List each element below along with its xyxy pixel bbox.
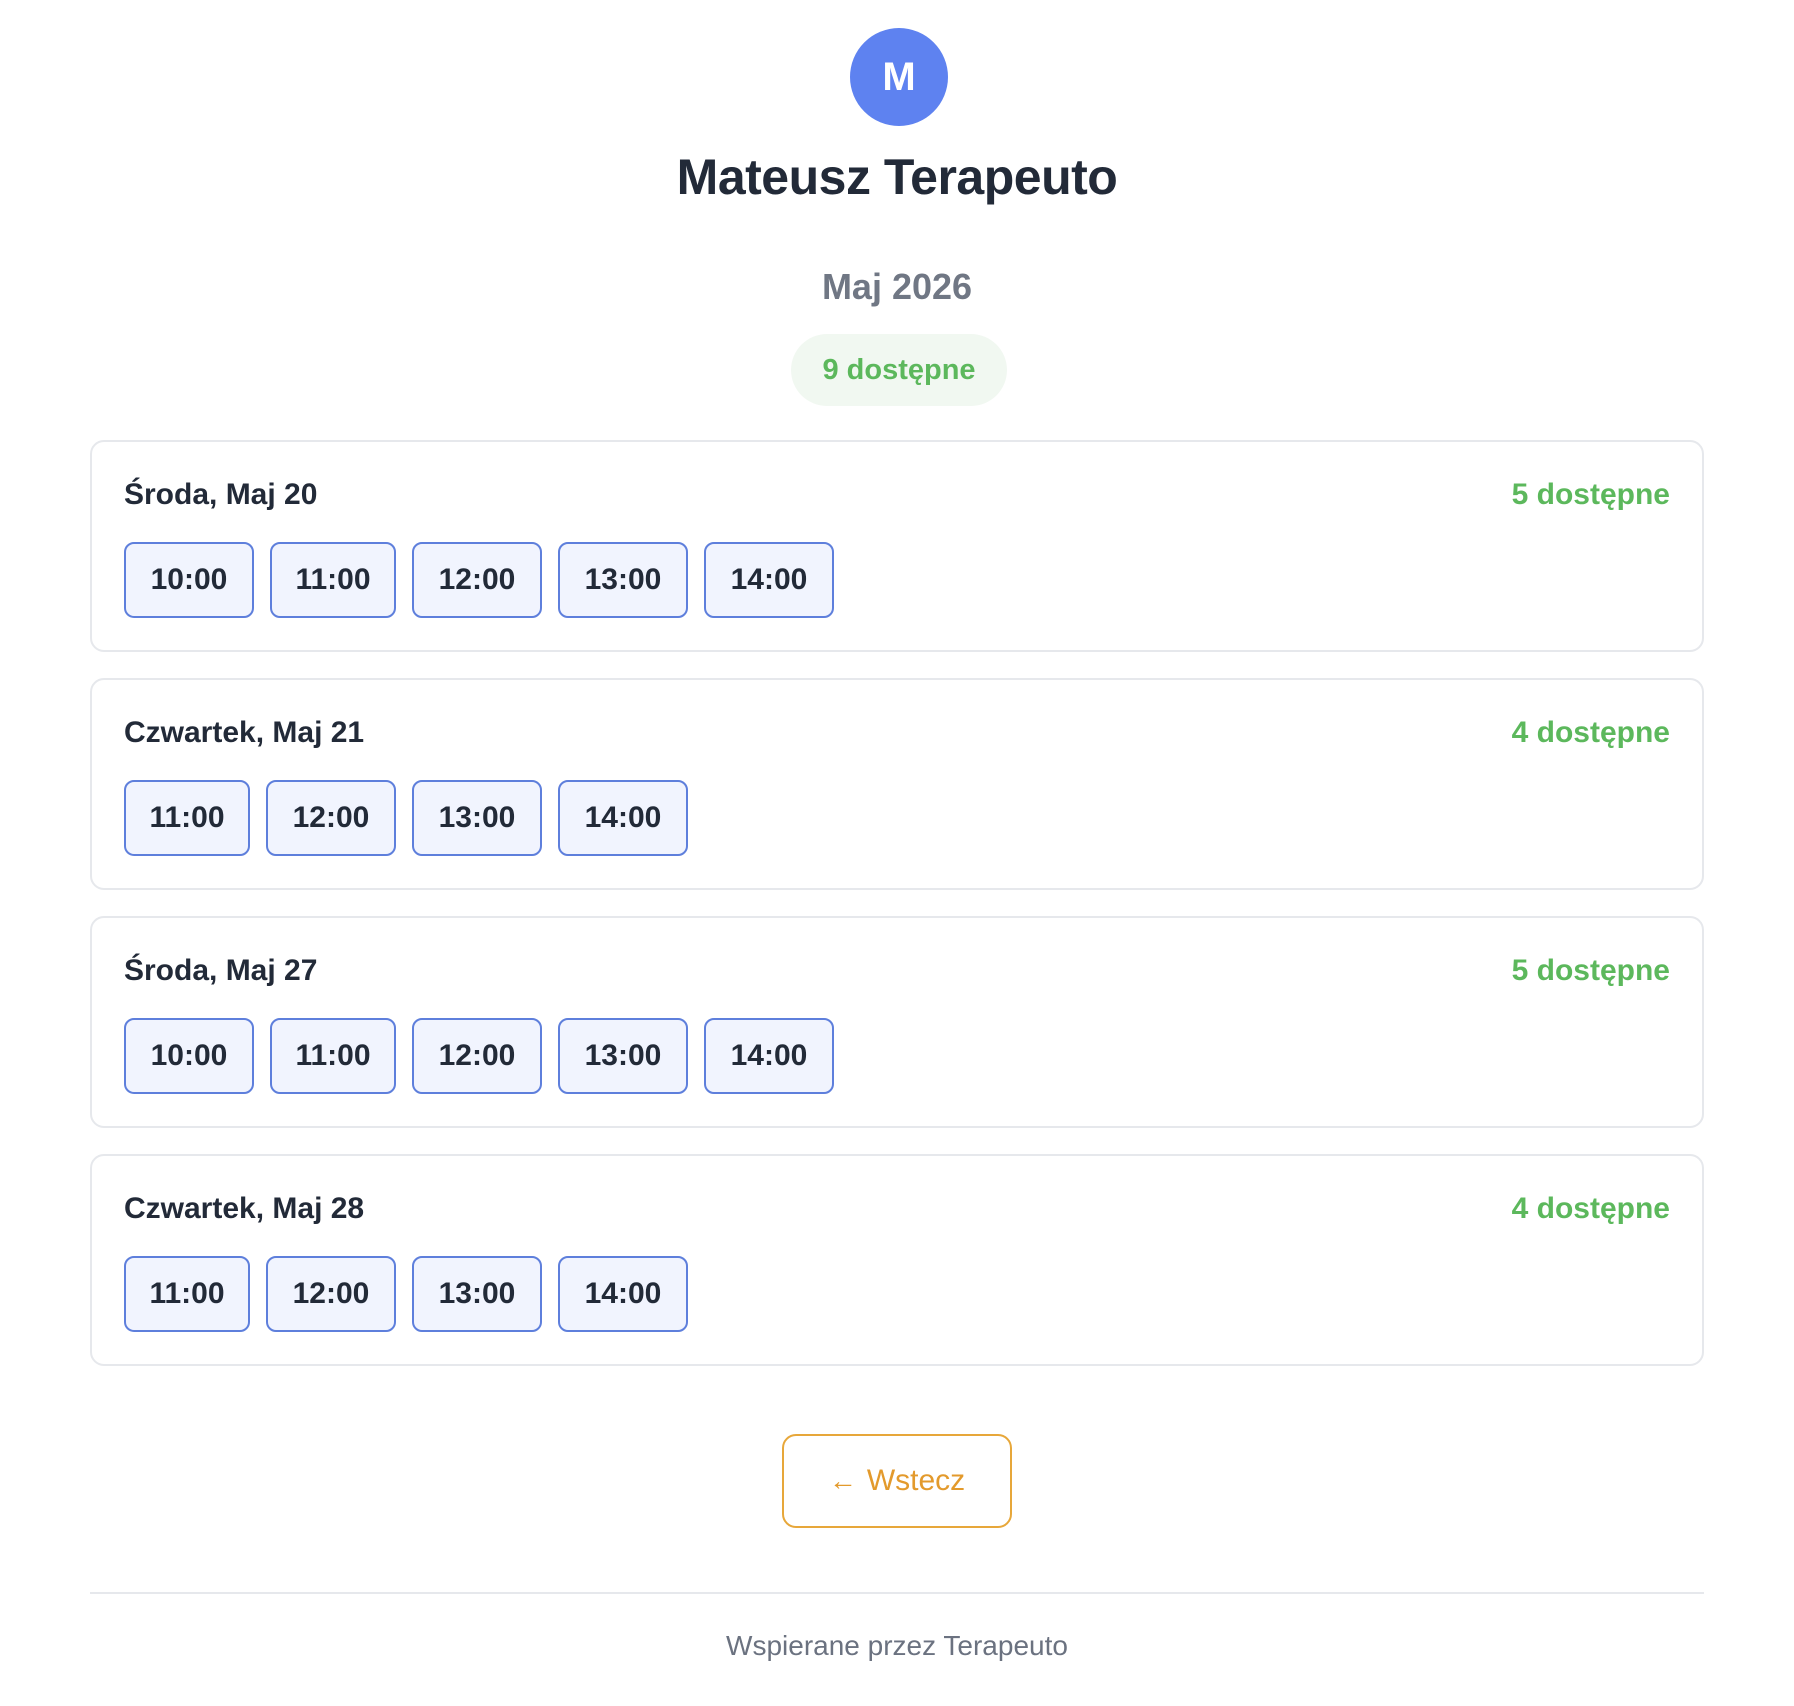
time-slots: 11:00 12:00 13:00 14:00: [124, 1256, 688, 1332]
time-slot-button[interactable]: 10:00: [124, 1018, 254, 1094]
day-availability-count: 4 dostępne: [1511, 716, 1670, 749]
day-title: Czwartek, Maj 28: [124, 1192, 365, 1225]
month-title: Maj 2026: [821, 266, 973, 307]
time-slot-button[interactable]: 13:00: [412, 780, 542, 856]
time-slot-button[interactable]: 13:00: [558, 1018, 688, 1094]
day-availability-count: 5 dostępne: [1511, 954, 1670, 987]
time-slot-button[interactable]: 13:00: [558, 542, 688, 618]
day-availability-count: 5 dostępne: [1511, 478, 1670, 511]
time-slot-button[interactable]: 11:00: [270, 1018, 396, 1094]
time-slot-button[interactable]: 13:00: [412, 1256, 542, 1332]
time-slot-button[interactable]: 14:00: [558, 780, 688, 856]
footer-text: Wspierane przez Terapeuto: [726, 1630, 1068, 1661]
avatar: M: [850, 28, 948, 126]
time-slots: 10:00 11:00 12:00 13:00 14:00: [124, 1018, 834, 1094]
day-card: Czwartek, Maj 21 4 dostępne 11:00 12:00 …: [90, 678, 1704, 890]
time-slot-button[interactable]: 12:00: [266, 780, 396, 856]
therapist-name: Mateusz Terapeuto: [676, 149, 1118, 205]
time-slot-button[interactable]: 12:00: [412, 542, 542, 618]
availability-summary-badge: 9 dostępne: [791, 334, 1007, 406]
time-slot-button[interactable]: 12:00: [412, 1018, 542, 1094]
footer-divider: [90, 1592, 1704, 1594]
day-title: Środa, Maj 27: [124, 954, 318, 987]
time-slot-button[interactable]: 10:00: [124, 542, 254, 618]
day-title: Środa, Maj 20: [124, 478, 318, 511]
day-availability-count: 4 dostępne: [1511, 1192, 1670, 1225]
day-title: Czwartek, Maj 21: [124, 716, 365, 749]
day-card: Środa, Maj 20 5 dostępne 10:00 11:00 12:…: [90, 440, 1704, 652]
time-slots: 10:00 11:00 12:00 13:00 14:00: [124, 542, 834, 618]
day-card: Czwartek, Maj 28 4 dostępne 11:00 12:00 …: [90, 1154, 1704, 1366]
time-slot-button[interactable]: 14:00: [558, 1256, 688, 1332]
time-slots: 11:00 12:00 13:00 14:00: [124, 780, 688, 856]
back-button-label: Wstecz: [866, 1464, 966, 1497]
time-slot-button[interactable]: 12:00: [266, 1256, 396, 1332]
arrow-left-icon: ←: [828, 1465, 857, 1496]
time-slot-button[interactable]: 14:00: [704, 1018, 834, 1094]
time-slot-button[interactable]: 14:00: [704, 542, 834, 618]
time-slot-button[interactable]: 11:00: [124, 780, 250, 856]
time-slot-button[interactable]: 11:00: [270, 542, 396, 618]
back-button[interactable]: ← Wstecz: [782, 1434, 1012, 1528]
day-card: Środa, Maj 27 5 dostępne 10:00 11:00 12:…: [90, 916, 1704, 1128]
time-slot-button[interactable]: 11:00: [124, 1256, 250, 1332]
